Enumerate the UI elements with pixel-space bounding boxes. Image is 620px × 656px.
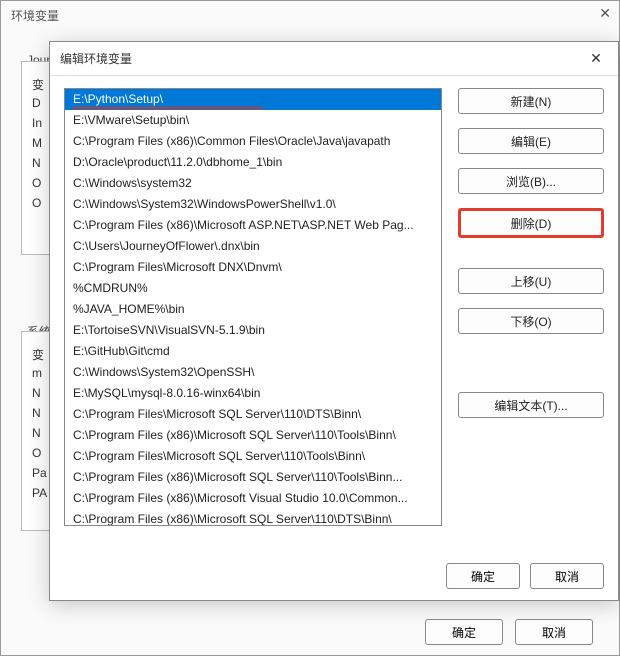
- list-item[interactable]: C:\Windows\system32: [65, 173, 441, 194]
- list-item[interactable]: E:\MySQL\mysql-8.0.16-winx64\bin: [65, 383, 441, 404]
- inner-footer: 确定 取消: [50, 552, 618, 600]
- outer-title: 环境变量: [1, 1, 619, 30]
- edit-button[interactable]: 编辑(E): [458, 128, 604, 154]
- list-item[interactable]: E:\TortoiseSVN\VisualSVN-5.1.9\bin: [65, 320, 441, 341]
- list-item[interactable]: C:\Program Files\Microsoft SQL Server\11…: [65, 404, 441, 425]
- inner-title: 编辑环境变量: [60, 50, 132, 67]
- list-item[interactable]: C:\Program Files (x86)\Common Files\Orac…: [65, 131, 441, 152]
- list-item[interactable]: C:\Program Files (x86)\Microsoft Visual …: [65, 488, 441, 509]
- edit-text-button[interactable]: 编辑文本(T)...: [458, 392, 604, 418]
- list-item[interactable]: D:\Oracle\product\11.2.0\dbhome_1\bin: [65, 152, 441, 173]
- close-icon[interactable]: ✕: [599, 5, 611, 22]
- env-var-dialog: 环境变量 ✕ Jour 变 D In M N O O D) 系统 变 m N N…: [0, 0, 620, 656]
- delete-button[interactable]: 删除(D): [458, 208, 604, 238]
- list-item[interactable]: C:\Windows\System32\OpenSSH\: [65, 362, 441, 383]
- browse-button[interactable]: 浏览(B)...: [458, 168, 604, 194]
- list-item[interactable]: C:\Program Files\Microsoft SQL Server\11…: [65, 446, 441, 467]
- list-item[interactable]: C:\Program Files (x86)\Microsoft ASP.NET…: [65, 215, 441, 236]
- list-item[interactable]: C:\Program Files\Microsoft DNX\Dnvm\: [65, 257, 441, 278]
- outer-ok-button[interactable]: 确定: [425, 619, 503, 645]
- outer-footer: 确定 取消: [425, 619, 593, 645]
- inner-body: E:\Python\Setup\ E:\VMware\Setup\bin\ C:…: [50, 76, 618, 552]
- close-icon[interactable]: ✕: [584, 47, 608, 71]
- path-listbox[interactable]: E:\Python\Setup\ E:\VMware\Setup\bin\ C:…: [64, 88, 442, 526]
- list-item[interactable]: C:\Windows\System32\WindowsPowerShell\v1…: [65, 194, 441, 215]
- list-item[interactable]: E:\VMware\Setup\bin\: [65, 110, 441, 131]
- inner-titlebar: 编辑环境变量 ✕: [50, 42, 618, 76]
- move-up-button[interactable]: 上移(U): [458, 268, 604, 294]
- cancel-button[interactable]: 取消: [530, 563, 604, 589]
- list-item[interactable]: C:\Program Files (x86)\Microsoft SQL Ser…: [65, 467, 441, 488]
- list-item[interactable]: C:\Program Files (x86)\Microsoft SQL Ser…: [65, 425, 441, 446]
- list-item[interactable]: %JAVA_HOME%\bin: [65, 299, 441, 320]
- edit-env-var-dialog: 编辑环境变量 ✕ E:\Python\Setup\ E:\VMware\Setu…: [49, 41, 619, 601]
- list-item[interactable]: C:\Users\JourneyOfFlower\.dnx\bin: [65, 236, 441, 257]
- action-buttons: 新建(N) 编辑(E) 浏览(B)... 删除(D) 上移(U) 下移(O) 编…: [442, 88, 604, 544]
- new-button[interactable]: 新建(N): [458, 88, 604, 114]
- list-item[interactable]: E:\GitHub\Git\cmd: [65, 341, 441, 362]
- list-item[interactable]: C:\Program Files (x86)\Microsoft SQL Ser…: [65, 509, 441, 526]
- ok-button[interactable]: 确定: [446, 563, 520, 589]
- move-down-button[interactable]: 下移(O): [458, 308, 604, 334]
- outer-cancel-button[interactable]: 取消: [515, 619, 593, 645]
- list-item[interactable]: %CMDRUN%: [65, 278, 441, 299]
- list-item[interactable]: E:\Python\Setup\: [65, 89, 441, 110]
